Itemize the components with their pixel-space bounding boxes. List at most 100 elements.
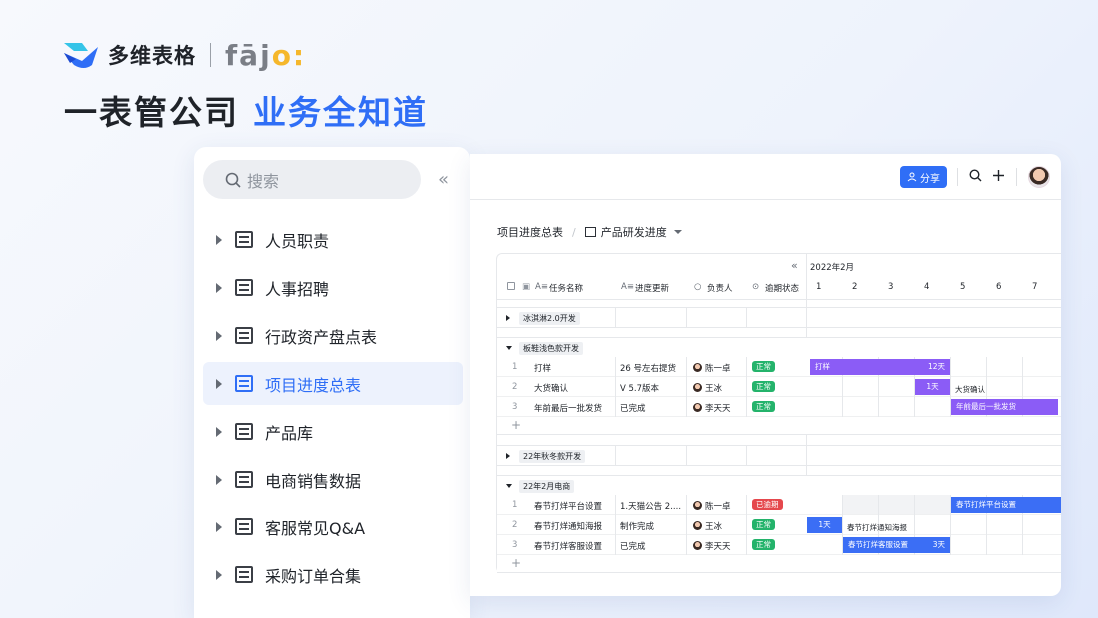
month-label: 2022年2月 bbox=[810, 263, 855, 273]
group-header[interactable]: 冰淇淋2.0开发 bbox=[497, 307, 1061, 328]
column-header-status[interactable]: 逾期状态 bbox=[765, 282, 799, 294]
group-header[interactable]: 22年秋冬款开发 bbox=[497, 445, 1061, 466]
collapse-columns-icon[interactable]: « bbox=[791, 259, 798, 272]
group-expand-icon[interactable] bbox=[506, 315, 510, 321]
lock-icon: ▣ bbox=[522, 282, 531, 292]
group-tag: 冰淇淋2.0开发 bbox=[519, 312, 580, 325]
chevron-down-icon[interactable] bbox=[673, 230, 682, 234]
sidebar-item-faq[interactable]: 客服常见Q&A bbox=[203, 505, 463, 548]
column-divider bbox=[615, 357, 616, 417]
search-placeholder: 搜索 bbox=[247, 171, 280, 191]
search-icon[interactable] bbox=[969, 169, 982, 182]
day-label: 3 bbox=[888, 282, 894, 292]
progress-cell[interactable]: V 5.7版本 bbox=[620, 382, 659, 394]
row-number: 3 bbox=[512, 540, 518, 550]
partner-logo: fājo: bbox=[225, 38, 307, 72]
plus-icon[interactable] bbox=[992, 169, 1005, 182]
owner-cell[interactable]: 李天天 bbox=[693, 540, 731, 552]
breadcrumb-separator: / bbox=[572, 225, 576, 239]
task-cell[interactable]: 春节打烊平台设置 bbox=[534, 500, 602, 512]
brand-name: 多维表格 bbox=[108, 44, 196, 68]
main-panel: 分享 项目进度总表 / 产品研发进度 « 2022年2月 ▣ A≡ 任务名称 A… bbox=[470, 154, 1061, 596]
table-row[interactable]: 2 春节打烊通知海报 制作完成 王冰 正常 bbox=[497, 515, 1061, 535]
sidebar-item-products[interactable]: 产品库 bbox=[203, 410, 463, 453]
gantt-bar[interactable]: 春节打烊平台设置 bbox=[951, 497, 1061, 513]
toolbar-divider bbox=[1016, 168, 1017, 186]
column-header-progress[interactable]: 进度更新 bbox=[635, 282, 669, 294]
row-number: 3 bbox=[512, 402, 518, 412]
table-row[interactable]: 3 春节打烊客服设置 已完成 李天天 正常 bbox=[497, 535, 1061, 555]
task-cell[interactable]: 大货确认 bbox=[534, 382, 568, 394]
expand-arrow-icon[interactable] bbox=[216, 426, 222, 437]
sidebar-item-label: 采购订单合集 bbox=[265, 566, 362, 586]
owner-name: 王冰 bbox=[705, 384, 723, 394]
gantt-bar[interactable]: 打样 12天 bbox=[810, 359, 950, 375]
avatar bbox=[693, 383, 702, 392]
bar-label: 春节打烊客服设置 bbox=[848, 540, 908, 549]
task-cell[interactable]: 春节打烊客服设置 bbox=[534, 540, 602, 552]
column-header-owner[interactable]: 负责人 bbox=[707, 282, 733, 294]
sidebar-item-hiring[interactable]: 人事招聘 bbox=[203, 266, 463, 309]
gantt-bar[interactable]: 1天 bbox=[915, 379, 950, 395]
select-all-checkbox[interactable] bbox=[507, 282, 515, 290]
column-divider bbox=[615, 495, 616, 555]
expand-arrow-icon[interactable] bbox=[216, 474, 222, 485]
table-row[interactable]: 1 打样 26 号左右提货 陈一卓 正常 bbox=[497, 357, 1061, 377]
bar-side-label: 大货确认 bbox=[955, 385, 985, 394]
sidebar-item-assets[interactable]: 行政资产盘点表 bbox=[203, 314, 463, 357]
text-field-icon: A≡ bbox=[621, 282, 634, 292]
gantt-bar[interactable]: 春节打烊客服设置 3天 bbox=[843, 537, 950, 553]
collapse-sidebar-icon[interactable]: « bbox=[438, 169, 449, 190]
search-input[interactable]: 搜索 bbox=[203, 160, 421, 199]
progress-cell[interactable]: 已完成 bbox=[620, 540, 646, 552]
progress-cell[interactable]: 1.天猫公告 2.... bbox=[620, 500, 681, 512]
bar-duration: 3天 bbox=[932, 540, 945, 549]
expand-arrow-icon[interactable] bbox=[216, 378, 222, 389]
owner-cell[interactable]: 陈一卓 bbox=[693, 362, 731, 374]
user-avatar[interactable] bbox=[1028, 166, 1050, 188]
owner-cell[interactable]: 王冰 bbox=[693, 382, 722, 394]
owner-cell[interactable]: 王冰 bbox=[693, 520, 722, 532]
expand-arrow-icon[interactable] bbox=[216, 330, 222, 341]
sidebar-item-sales[interactable]: 电商销售数据 bbox=[203, 458, 463, 501]
sidebar-item-purchase[interactable]: 采购订单合集 bbox=[203, 553, 463, 596]
progress-cell[interactable]: 26 号左右提货 bbox=[620, 362, 676, 374]
breadcrumb-view[interactable]: 产品研发进度 bbox=[601, 224, 667, 240]
progress-cell[interactable]: 制作完成 bbox=[620, 520, 654, 532]
row-number: 1 bbox=[512, 500, 518, 510]
table-icon bbox=[235, 423, 253, 440]
group-collapse-icon[interactable] bbox=[506, 346, 512, 350]
day-label: 5 bbox=[960, 282, 966, 292]
status-badge: 已逾期 bbox=[752, 499, 783, 510]
task-cell[interactable]: 春节打烊通知海报 bbox=[534, 520, 602, 532]
avatar bbox=[693, 363, 702, 372]
add-row-button[interactable]: + bbox=[511, 556, 521, 570]
owner-cell[interactable]: 李天天 bbox=[693, 402, 731, 414]
breadcrumb-table[interactable]: 项目进度总表 bbox=[497, 224, 563, 240]
expand-arrow-icon[interactable] bbox=[216, 569, 222, 580]
bar-label: 打样 bbox=[815, 362, 830, 371]
add-row-button[interactable]: + bbox=[511, 418, 521, 432]
expand-arrow-icon[interactable] bbox=[216, 282, 222, 293]
table-icon bbox=[235, 566, 253, 583]
sidebar-item-label: 人事招聘 bbox=[265, 279, 330, 299]
status-badge: 正常 bbox=[752, 401, 775, 412]
column-header-task[interactable]: 任务名称 bbox=[549, 282, 583, 294]
text-field-icon: A≡ bbox=[535, 282, 548, 292]
gantt-bar[interactable]: 1天 bbox=[807, 517, 842, 533]
share-label: 分享 bbox=[920, 173, 940, 185]
expand-arrow-icon[interactable] bbox=[216, 521, 222, 532]
share-button[interactable]: 分享 bbox=[900, 166, 947, 188]
status-badge: 正常 bbox=[752, 539, 775, 550]
sidebar-item-project-progress[interactable]: 项目进度总表 bbox=[203, 362, 463, 405]
task-cell[interactable]: 年前最后一批发货 bbox=[534, 402, 602, 414]
owner-cell[interactable]: 陈一卓 bbox=[693, 500, 731, 512]
expand-arrow-icon[interactable] bbox=[216, 234, 222, 245]
group-expand-icon[interactable] bbox=[506, 453, 510, 459]
gantt-bar[interactable]: 年前最后一批发货 bbox=[951, 399, 1058, 415]
group-collapse-icon[interactable] bbox=[506, 484, 512, 488]
progress-cell[interactable]: 已完成 bbox=[620, 402, 646, 414]
sidebar-item-people[interactable]: 人员职责 bbox=[203, 218, 463, 261]
task-cell[interactable]: 打样 bbox=[534, 362, 551, 374]
search-icon bbox=[225, 172, 241, 188]
